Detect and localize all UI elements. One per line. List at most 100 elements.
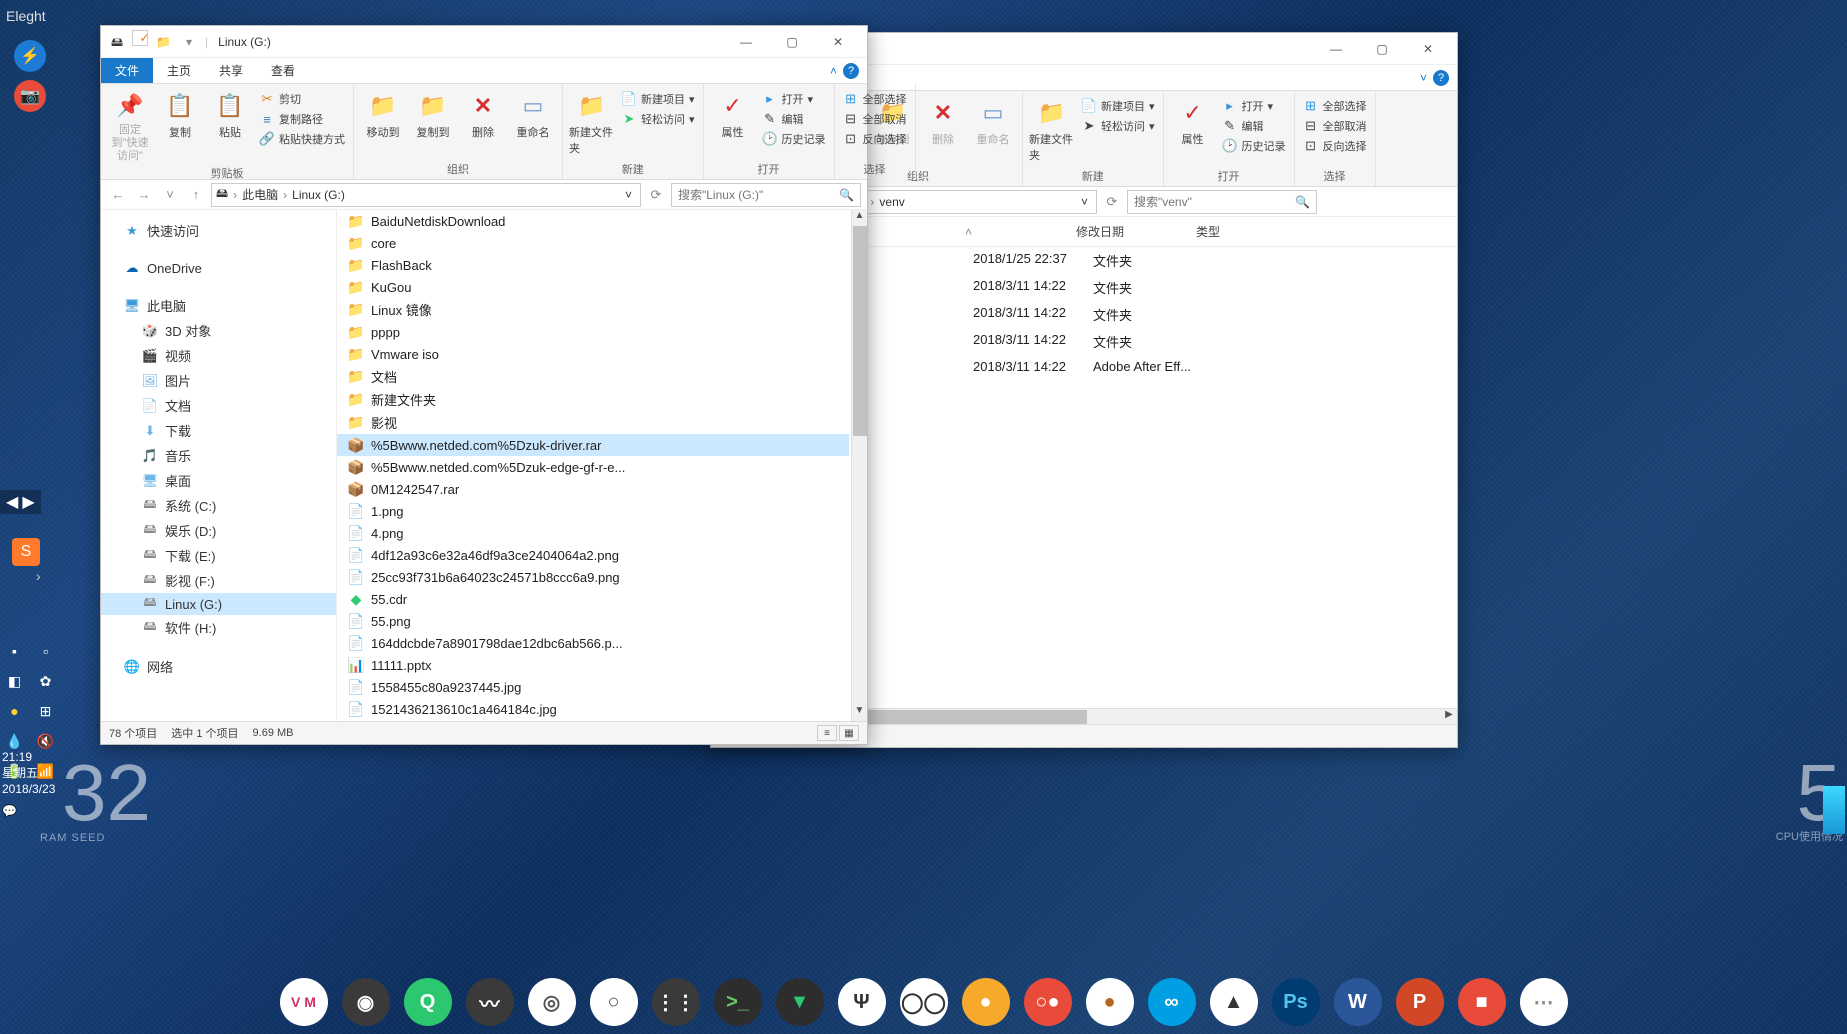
widget-icon-camera[interactable]: 📷	[14, 80, 46, 112]
file-item[interactable]: 📄1521436213610c1a464184c.jpg	[337, 698, 849, 720]
recent-dropdown[interactable]: ˅	[159, 184, 181, 206]
dock-item[interactable]: ○	[590, 978, 638, 1026]
tab-view[interactable]: 查看	[257, 58, 309, 83]
cut-button[interactable]: ✂剪切	[257, 90, 347, 108]
dock-item[interactable]: ◯◯	[900, 978, 948, 1026]
newfolder-button[interactable]: 📁新建文件夹	[569, 86, 615, 156]
dock-item[interactable]: V M	[280, 978, 328, 1026]
file-item[interactable]: 📁文档	[337, 365, 849, 388]
paste-button[interactable]: 📋粘贴	[207, 86, 253, 140]
maximize-button[interactable]: ▢	[769, 26, 815, 58]
minimize-button[interactable]: —	[723, 26, 769, 58]
dock-item[interactable]: ■	[1458, 978, 1506, 1026]
dock-item[interactable]: P	[1396, 978, 1444, 1026]
ribbon-collapse-icon[interactable]: ˄	[830, 64, 837, 78]
rename-button[interactable]: ▭重命名	[510, 86, 556, 140]
help-icon[interactable]: ?	[1433, 70, 1449, 86]
file-item[interactable]: 📁新建文件夹	[337, 388, 849, 411]
minimize-button[interactable]: —	[1313, 33, 1359, 65]
crumb[interactable]: 此电脑	[242, 186, 278, 203]
selectnone-button[interactable]: ⊟全部取消	[841, 110, 909, 128]
crumb[interactable]: venv	[879, 195, 904, 209]
newitem-button[interactable]: 📄新建项目 ▾	[619, 90, 697, 108]
right-edge-widget[interactable]	[1823, 786, 1845, 834]
tab-home[interactable]: 主页	[153, 58, 205, 83]
file-item[interactable]: 📦%5Bwww.netded.com%5Dzuk-edge-gf-r-e...	[337, 456, 849, 478]
nav-onedrive[interactable]: ☁OneDrive	[101, 257, 336, 279]
nav-network[interactable]: 🌐网络	[101, 654, 336, 679]
search-input[interactable]	[1134, 195, 1295, 209]
file-item[interactable]: 📄4df12a93c6e32a46df9a3ce2404064a2.png	[337, 544, 849, 566]
moveto-button[interactable]: 📁移动到	[360, 86, 406, 140]
easyaccess-button[interactable]: ➤轻松访问 ▾	[619, 110, 697, 128]
tab-share[interactable]: 共享	[205, 58, 257, 83]
file-item[interactable]: ◆55.cdr	[337, 588, 849, 610]
col-type[interactable]: 类型	[1188, 221, 1308, 242]
edit-button[interactable]: ✎编辑	[760, 110, 828, 128]
crumb[interactable]: Linux (G:)	[292, 188, 345, 202]
dock-item[interactable]: ○●	[1024, 978, 1072, 1026]
nav-item[interactable]: 🎲3D 对象	[101, 318, 336, 343]
close-button[interactable]: ✕	[1405, 33, 1451, 65]
copyto-button[interactable]: 📁复制到	[410, 86, 456, 140]
copypath-button[interactable]: ≡复制路径	[257, 110, 347, 128]
file-item[interactable]: 📁core	[337, 232, 849, 254]
view-details-button[interactable]: ≡	[817, 725, 837, 741]
selectall-button[interactable]: ⊞全部选择	[841, 90, 909, 108]
dock-item[interactable]: ⋯	[1520, 978, 1568, 1026]
tray-icon[interactable]: ▪	[2, 638, 27, 664]
nav-this-pc[interactable]: 🖥此电脑	[101, 293, 336, 318]
file-item[interactable]: 📁BaiduNetdiskDownload	[337, 210, 849, 232]
tray-icon[interactable]: ▫	[33, 638, 58, 664]
sidebar-app-icon-1[interactable]: S	[12, 538, 40, 566]
nav-item[interactable]: 🖴下载 (E:)	[101, 543, 336, 568]
tray-icon[interactable]: ●	[2, 698, 27, 724]
copy-button[interactable]: 📋复制	[157, 86, 203, 140]
dock-item[interactable]: W	[1334, 978, 1382, 1026]
nav-item[interactable]: 🎬视频	[101, 343, 336, 368]
dock-item[interactable]: Ψ	[838, 978, 886, 1026]
file-item[interactable]: 📄1.png	[337, 500, 849, 522]
file-item[interactable]: 📁KuGou	[337, 276, 849, 298]
tray-icon[interactable]: ⊞	[33, 698, 58, 724]
ribbon-collapse-icon[interactable]: ˅	[1420, 71, 1427, 85]
edit-button[interactable]: ✎编辑	[1220, 117, 1288, 135]
nav-item[interactable]: 🖴娱乐 (D:)	[101, 518, 336, 543]
vertical-scrollbar[interactable]: ▲ ▼	[851, 210, 867, 721]
delete-button[interactable]: ✕删除	[920, 93, 966, 147]
nav-item[interactable]: 🖴系统 (C:)	[101, 493, 336, 518]
refresh-button[interactable]: ⟳	[645, 184, 667, 206]
nav-quick-access[interactable]: ★快速访问	[101, 218, 336, 243]
breadcrumb[interactable]: 🖴› 此电脑› Linux (G:) ˅	[211, 183, 641, 207]
back-button[interactable]: ←	[107, 184, 129, 206]
file-item[interactable]: 📁FlashBack	[337, 254, 849, 276]
search-box[interactable]: 🔍	[671, 183, 861, 207]
rename-button[interactable]: ▭重命名	[970, 93, 1016, 147]
search-icon[interactable]: 🔍	[1295, 195, 1310, 209]
file-item[interactable]: 📦%5Bwww.netded.com%5Dzuk-driver.rar	[337, 434, 849, 456]
up-button[interactable]: ↑	[185, 184, 207, 206]
file-list[interactable]: 📁BaiduNetdiskDownload📁core📁FlashBack📁KuG…	[337, 210, 867, 721]
nav-item[interactable]: 🖼图片	[101, 368, 336, 393]
dock-item[interactable]: >_	[714, 978, 762, 1026]
history-button[interactable]: 🕑历史记录	[760, 130, 828, 148]
dock-item[interactable]: ◉	[342, 978, 390, 1026]
dock-item[interactable]: ●	[1086, 978, 1134, 1026]
maximize-button[interactable]: ▢	[1359, 33, 1405, 65]
open-button[interactable]: ▸打开 ▾	[1220, 97, 1288, 115]
navigation-pane[interactable]: ★快速访问 ☁OneDrive 🖥此电脑 🎲3D 对象🎬视频🖼图片📄文档⬇下载🎵…	[101, 210, 337, 721]
dock-item[interactable]: ●	[962, 978, 1010, 1026]
chevron-right-icon[interactable]: ›	[36, 568, 41, 584]
dock-item[interactable]: 〰	[466, 978, 514, 1026]
dock-item[interactable]: ◎	[528, 978, 576, 1026]
widget-icon-1[interactable]: ⚡	[14, 40, 46, 72]
pin-button[interactable]: 📌固定到"快速访问"	[107, 86, 153, 163]
nav-item[interactable]: 🖴软件 (H:)	[101, 615, 336, 640]
dock-item[interactable]: Ps	[1272, 978, 1320, 1026]
nav-item[interactable]: 📄文档	[101, 393, 336, 418]
invert-button[interactable]: ⊡反向选择	[841, 130, 909, 148]
tab-file[interactable]: 文件	[101, 58, 153, 83]
properties-button[interactable]: ✓属性	[710, 86, 756, 140]
file-item[interactable]: 📁影视	[337, 411, 849, 434]
newitem-button[interactable]: 📄新建项目 ▾	[1079, 97, 1157, 115]
